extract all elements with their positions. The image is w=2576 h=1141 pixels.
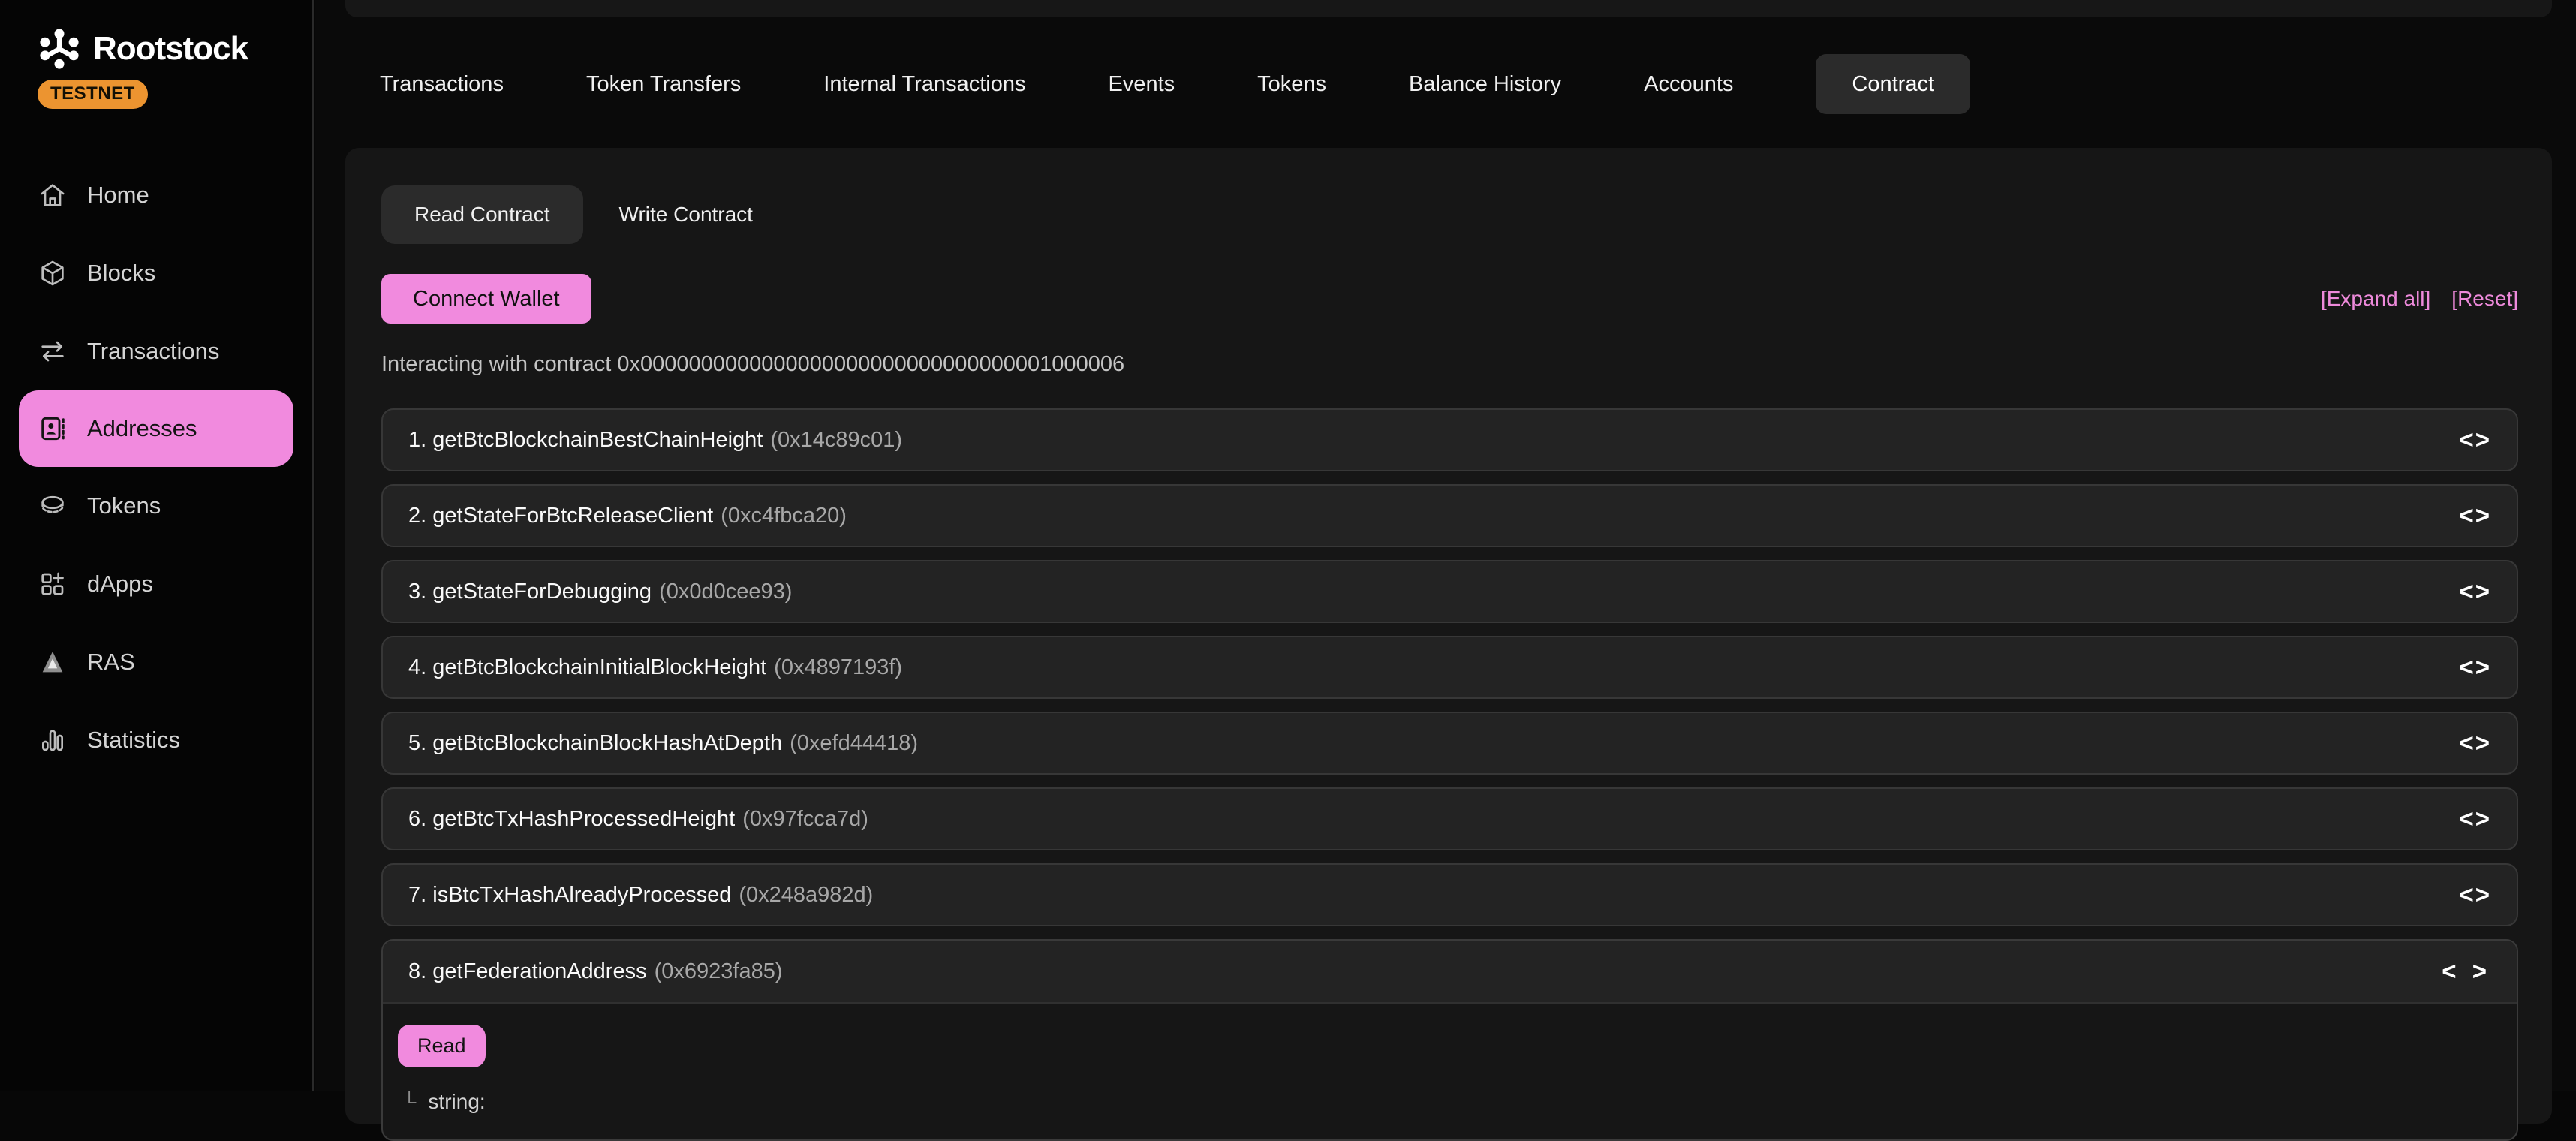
result-type-label: string: [428, 1090, 485, 1114]
sidebar-item-addresses[interactable]: Addresses [19, 390, 293, 467]
method-number: 1. [408, 428, 426, 452]
tab-accounts[interactable]: Accounts [1644, 54, 1733, 114]
cube-icon [38, 258, 68, 288]
read-button[interactable]: Read [398, 1025, 486, 1067]
method-number: 6. [408, 807, 426, 831]
result-line: └ string: [398, 1090, 2491, 1114]
swap-arrows-icon [38, 336, 68, 366]
wallet-row: Connect Wallet [Expand all] [Reset] [381, 274, 2518, 324]
contact-card-icon [38, 414, 68, 444]
sidebar-item-label: dApps [87, 570, 153, 598]
sidebar-item-ras[interactable]: RAS [0, 623, 312, 701]
app-root: Rootstock TESTNET Home Blocks [0, 0, 2576, 1091]
method-row-7[interactable]: 7. isBtcTxHashAlreadyProcessed (0x248a982… [381, 863, 2518, 926]
sidebar-item-transactions[interactable]: Transactions [0, 312, 312, 390]
method-name: getStateForDebugging [432, 580, 652, 604]
method-row-8-expanded: 8. getFederationAddress(0x6923fa85) < > … [381, 939, 2518, 1141]
sidebar-item-label: Statistics [87, 727, 180, 754]
contract-subtabs: Read Contract Write Contract [381, 185, 2518, 244]
expand-all-link[interactable]: [Expand all] [2321, 287, 2430, 311]
sidebar-nav: Home Blocks Transactions [0, 156, 312, 779]
tab-tokens[interactable]: Tokens [1257, 54, 1326, 114]
method-signature: (0x14c89c01) [770, 428, 902, 452]
method-signature: (0x6923fa85) [655, 959, 783, 983]
contract-panel: Read Contract Write Contract Connect Wal… [345, 148, 2552, 1124]
method-row-6[interactable]: 6. getBtcTxHashProcessedHeight (0x97fcca7… [381, 787, 2518, 850]
sidebar-item-label: Blocks [87, 260, 155, 287]
method-list: 1. getBtcBlockchainBestChainHeight (0x14c… [381, 408, 2518, 1141]
method-row-2[interactable]: 2. getStateForBtcReleaseClient (0xc4fbca2… [381, 484, 2518, 547]
home-icon [38, 180, 68, 210]
code-toggle-icon[interactable]: <> [2459, 577, 2491, 606]
method-number: 4. [408, 655, 426, 679]
code-toggle-icon[interactable]: <> [2459, 729, 2491, 757]
sidebar-item-dapps[interactable]: dApps [0, 545, 312, 623]
tab-transactions[interactable]: Transactions [380, 54, 504, 114]
code-toggle-icon[interactable]: <> [2459, 805, 2491, 833]
method-signature: (0x97fcca7d) [742, 807, 868, 831]
interacting-with-contract-text: Interacting with contract 0x000000000000… [381, 352, 2518, 377]
method-signature: (0x4897193f) [774, 655, 902, 679]
address-tabs: Transactions Token Transfers Internal Tr… [380, 54, 1970, 114]
rootstock-logo[interactable]: Rootstock TESTNET [36, 26, 248, 109]
method-number: 2. [408, 504, 426, 528]
content-area: Transactions Token Transfers Internal Tr… [315, 0, 2576, 1091]
code-toggle-icon[interactable]: <> [2459, 501, 2491, 530]
method-name: getBtcBlockchainBlockHashAtDepth [432, 731, 782, 755]
method-name: getBtcBlockchainInitialBlockHeight [432, 655, 766, 679]
reset-link[interactable]: [Reset] [2451, 287, 2518, 311]
method-number: 8. [408, 959, 426, 983]
sidebar-item-blocks[interactable]: Blocks [0, 234, 312, 312]
method-number: 7. [408, 883, 426, 907]
method-name: getBtcBlockchainBestChainHeight [432, 428, 763, 452]
method-row-5[interactable]: 5. getBtcBlockchainBlockHashAtDepth (0xef… [381, 712, 2518, 775]
sidebar-item-label: RAS [87, 649, 135, 676]
sidebar-item-home[interactable]: Home [0, 156, 312, 234]
bar-chart-icon [38, 725, 68, 755]
method-number: 3. [408, 580, 426, 604]
sidebar: Rootstock TESTNET Home Blocks [0, 0, 314, 1091]
code-toggle-icon[interactable]: < > [2442, 957, 2491, 986]
brand-name: Rootstock [93, 30, 248, 68]
method-row-8[interactable]: 8. getFederationAddress (0x6923fa85) < > [383, 941, 2517, 1004]
method-signature: (0xefd44418) [790, 731, 918, 755]
tab-contract[interactable]: Contract [1816, 54, 1970, 114]
method-number: 5. [408, 731, 426, 755]
method-row-4[interactable]: 4. getBtcBlockchainInitialBlockHeight (0x… [381, 636, 2518, 699]
sidebar-item-label: Home [87, 182, 149, 209]
tab-token-transfers[interactable]: Token Transfers [586, 54, 741, 114]
sidebar-item-statistics[interactable]: Statistics [0, 701, 312, 779]
method-name: getFederationAddress [432, 959, 646, 983]
method-signature: (0xc4fbca20) [721, 504, 847, 528]
method-name: getStateForBtcReleaseClient [432, 504, 713, 528]
testnet-badge: TESTNET [38, 80, 148, 109]
method-name: getBtcTxHashProcessedHeight [432, 807, 735, 831]
tab-balance-history[interactable]: Balance History [1409, 54, 1561, 114]
coin-icon [38, 491, 68, 521]
method-row-1[interactable]: 1. getBtcBlockchainBestChainHeight (0x14c… [381, 408, 2518, 471]
method-name: isBtcTxHashAlreadyProcessed [432, 883, 731, 907]
method-signature: (0x248a982d) [739, 883, 873, 907]
tab-internal-transactions[interactable]: Internal Transactions [823, 54, 1025, 114]
method-signature: (0x0d0cee93) [659, 580, 792, 604]
sidebar-item-tokens[interactable]: Tokens [0, 467, 312, 545]
sidebar-item-label: Addresses [87, 415, 197, 442]
grid-plus-icon [38, 569, 68, 599]
tab-write-contract[interactable]: Write Contract [619, 185, 753, 244]
header-card-edge [345, 0, 2552, 17]
method-expanded-body: Read └ string: [383, 1004, 2517, 1139]
code-toggle-icon[interactable]: <> [2459, 426, 2491, 454]
tab-events[interactable]: Events [1108, 54, 1175, 114]
method-row-3[interactable]: 3. getStateForDebugging (0x0d0cee93) <> [381, 560, 2518, 623]
code-toggle-icon[interactable]: <> [2459, 653, 2491, 682]
result-elbow-icon: └ [402, 1091, 416, 1114]
connect-wallet-button[interactable]: Connect Wallet [381, 274, 591, 324]
list-actions: [Expand all] [Reset] [2321, 287, 2518, 311]
sidebar-item-label: Tokens [87, 492, 161, 519]
tab-read-contract[interactable]: Read Contract [381, 185, 583, 244]
rootstock-logo-icon [36, 26, 83, 72]
code-toggle-icon[interactable]: <> [2459, 881, 2491, 909]
sidebar-item-label: Transactions [87, 338, 219, 365]
triangle-icon [38, 647, 68, 677]
